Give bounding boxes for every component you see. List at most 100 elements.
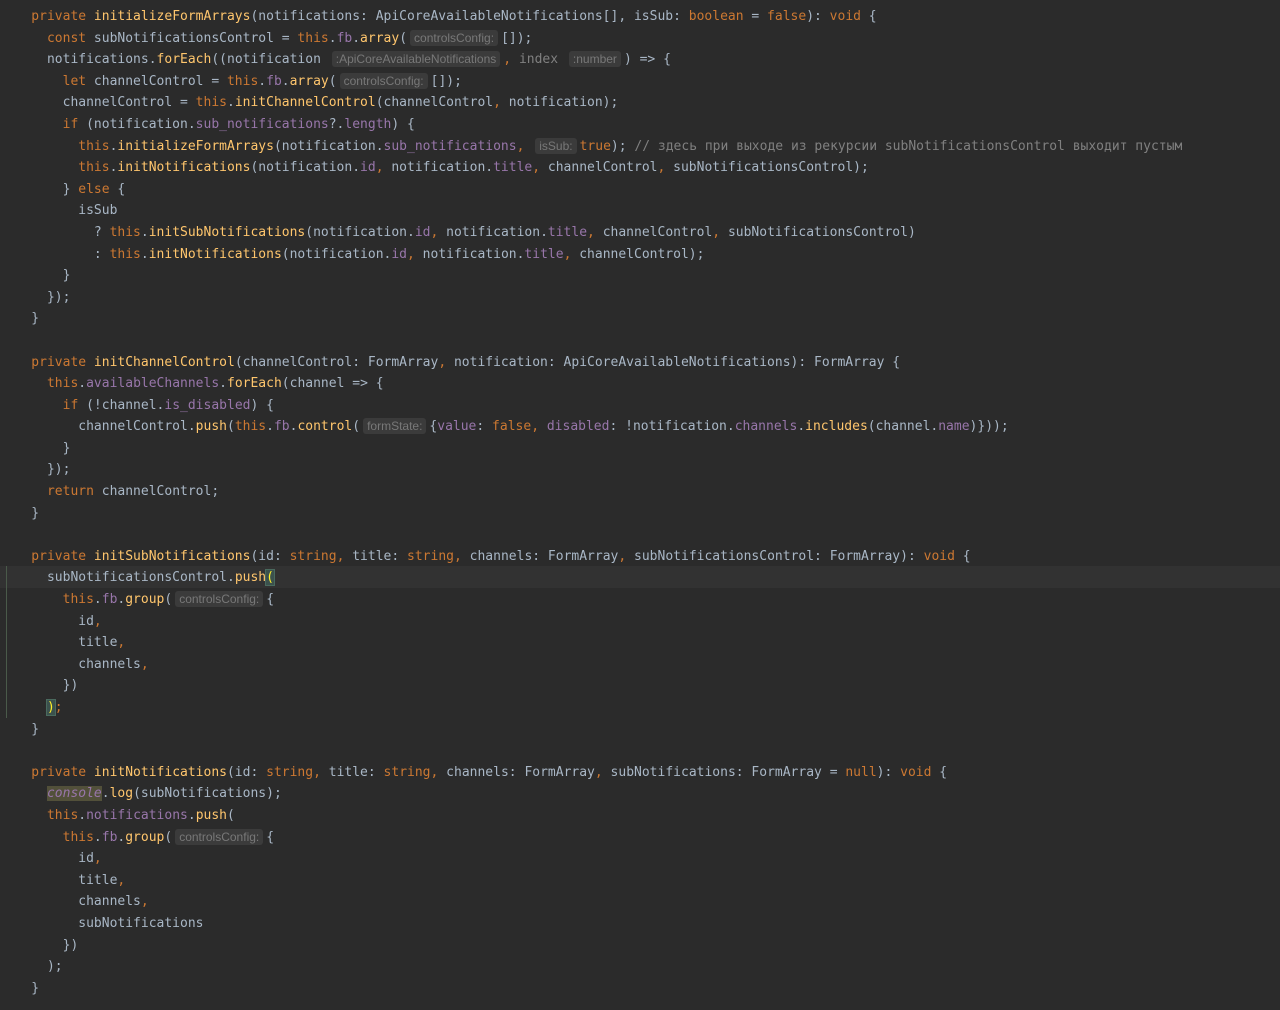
plain-token: } <box>0 268 71 284</box>
plain-token: channels: FormArray <box>446 764 595 780</box>
code-line[interactable]: subNotifications <box>0 913 1182 935</box>
plain-token: = <box>743 9 768 24</box>
plain-token: (channel => { <box>281 376 384 392</box>
code-line[interactable]: title, <box>0 870 1182 892</box>
this-token: this <box>109 224 141 240</box>
code-line[interactable]: id, <box>0 848 1182 870</box>
matched-bracket: ( <box>265 569 275 587</box>
code-line[interactable]: }); <box>0 287 1182 309</box>
code-line[interactable]: channelControl.push(this.fb.control(form… <box>0 416 1182 438</box>
code-line[interactable]: ); <box>0 956 1182 978</box>
function-token: initChannelControl <box>234 95 376 111</box>
code-line[interactable] <box>0 740 1182 762</box>
plain-token: notification. <box>391 160 494 176</box>
plain-token: (notifications: ApiCoreAvailableNotifica… <box>250 9 689 24</box>
code-line[interactable]: private initializeFormArrays(notificatio… <box>0 6 1182 28</box>
code-line[interactable]: channels, <box>0 891 1182 913</box>
code-line[interactable]: this.fb.group(controlsConfig:{ <box>0 827 1182 849</box>
code-line[interactable]: this.initializeFormArrays(notification.s… <box>0 136 1182 158</box>
plain-token: )})); <box>969 419 1009 435</box>
plain-token: } <box>0 505 40 521</box>
property-token: length <box>344 116 392 132</box>
code-line[interactable]: if (notification.sub_notifications?.leng… <box>0 114 1182 136</box>
code-line[interactable]: }) <box>0 935 1182 957</box>
plain-token: channelControl; <box>101 484 220 500</box>
punctuation-token: , <box>407 246 423 262</box>
plain-token: channelControl = <box>0 95 196 111</box>
plain-token: (!channel. <box>86 397 165 413</box>
code-line[interactable]: id, <box>0 611 1182 633</box>
code-line[interactable]: channels, <box>0 654 1182 676</box>
code-line[interactable]: isSub <box>0 200 1182 222</box>
code-line[interactable]: this.availableChannels.forEach(channel =… <box>0 373 1182 395</box>
code-area[interactable]: private initializeFormArrays(notificatio… <box>0 6 1182 999</box>
plain-token: ); <box>610 138 627 154</box>
plain-token: (channelControl: FormArray <box>234 354 439 370</box>
code-line[interactable]: } <box>0 265 1182 287</box>
plain-token: subNotificationsControl); <box>673 160 869 176</box>
this-token: this <box>0 829 94 845</box>
code-line[interactable]: private initChannelControl(channelContro… <box>0 352 1182 374</box>
plain-token: title <box>0 872 118 888</box>
plain-token: title: <box>352 548 408 564</box>
keyword-token: if <box>0 116 87 132</box>
plain-token: []); <box>501 30 533 46</box>
plain-token: ); <box>0 959 63 975</box>
plain-token: ? <box>0 224 110 240</box>
code-line[interactable]: } <box>0 308 1182 330</box>
keyword-token: string <box>407 548 454 564</box>
code-line[interactable]: ); <box>0 697 1182 719</box>
code-line[interactable]: notifications.forEach((notification :Api… <box>0 49 1182 71</box>
code-line[interactable]: subNotificationsControl.push( <box>0 567 1182 589</box>
code-line[interactable] <box>0 524 1182 546</box>
plain-token: . <box>101 786 110 802</box>
code-line[interactable]: return channelControl; <box>0 481 1182 503</box>
plain-token: ): <box>806 9 830 24</box>
code-line[interactable]: private initSubNotifications(id: string,… <box>0 546 1182 568</box>
code-line[interactable]: this.notifications.push( <box>0 805 1182 827</box>
plain-token: channels: FormArray <box>469 548 619 564</box>
code-line[interactable]: } <box>0 978 1182 1000</box>
code-line[interactable]: this.fb.group(controlsConfig:{ <box>0 589 1182 611</box>
plain-token: notification: ApiCoreAvailableNotificati… <box>453 354 901 370</box>
function-token: push <box>195 419 227 435</box>
punctuation-token: , <box>594 764 611 780</box>
code-line[interactable]: ? this.initSubNotifications(notification… <box>0 222 1182 244</box>
plain-token: : <box>0 246 110 262</box>
code-line[interactable]: : this.initNotifications(notification.id… <box>0 244 1182 266</box>
punctuation-token: , <box>454 548 470 564</box>
code-line[interactable]: }); <box>0 459 1182 481</box>
this-token: this <box>234 419 267 435</box>
code-editor[interactable]: private initializeFormArrays(notificatio… <box>0 0 1280 1010</box>
code-line[interactable]: this.initNotifications(notification.id, … <box>0 157 1182 179</box>
code-line[interactable]: } <box>0 719 1182 741</box>
keyword-token: if <box>0 397 87 413</box>
plain-token: ) { <box>391 116 415 132</box>
code-line[interactable]: } <box>0 438 1182 460</box>
code-line[interactable]: private initNotifications(id: string, ti… <box>0 762 1182 784</box>
code-line[interactable]: title, <box>0 632 1182 654</box>
code-line[interactable]: } <box>0 503 1182 525</box>
code-line[interactable]: console.log(subNotifications); <box>0 783 1182 805</box>
plain-token: (notification. <box>250 160 361 176</box>
property-token: channels <box>734 419 798 435</box>
plain-token: ( <box>399 30 408 46</box>
code-line[interactable]: channelControl = this.initChannelControl… <box>0 92 1182 114</box>
code-line[interactable]: let channelControl = this.fb.array(contr… <box>0 71 1182 93</box>
code-line[interactable]: if (!channel.is_disabled) { <box>0 395 1182 417</box>
code-line[interactable] <box>0 330 1182 352</box>
plain-token: { <box>860 9 877 24</box>
plain-token: (notification. <box>305 224 415 240</box>
code-line[interactable]: const subNotificationsControl = this.fb.… <box>0 28 1182 50</box>
property-token: title <box>524 246 564 262</box>
code-line[interactable]: } else { <box>0 179 1182 201</box>
punctuation-token: , <box>336 548 353 564</box>
keyword-token: void <box>900 764 932 780</box>
comment-token: // здесь при выходе из рекурсии subNotif… <box>626 138 1183 154</box>
keyword-token: private <box>0 764 94 780</box>
code-line[interactable]: }) <box>0 675 1182 697</box>
punctuation-token: , <box>531 419 547 435</box>
plain-token: isSub <box>0 203 118 219</box>
keyword-token: string <box>289 548 337 564</box>
